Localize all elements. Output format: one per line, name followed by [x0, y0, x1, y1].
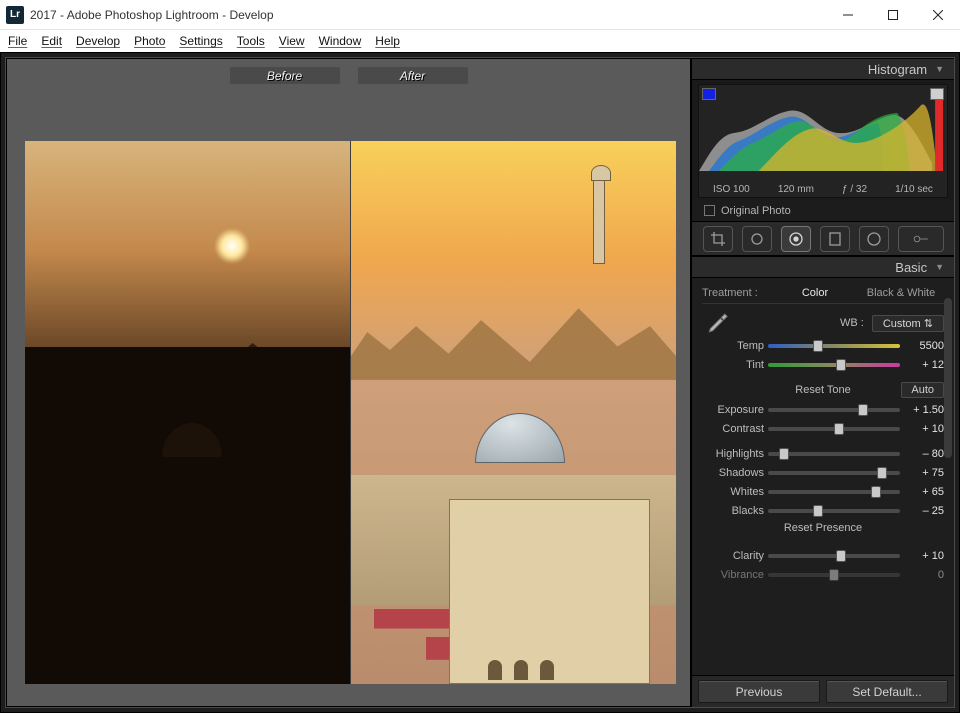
auto-button[interactable]: Auto — [901, 382, 944, 398]
original-photo-checkbox[interactable] — [704, 205, 715, 216]
app-frame: ▼ ▼ ▼ ▼ Before After — [0, 52, 960, 713]
eyedropper-icon[interactable] — [702, 312, 730, 334]
reset-tone-label[interactable]: Reset Tone — [795, 384, 850, 396]
slider-whites[interactable]: Whites + 65 — [702, 482, 944, 501]
triangle-down-icon: ▼ — [935, 262, 944, 272]
treatment-bw[interactable]: Black & White — [858, 287, 944, 299]
spot-tool-icon[interactable] — [742, 226, 772, 252]
previous-button[interactable]: Previous — [698, 680, 820, 703]
meta-focal: 120 mm — [778, 184, 814, 195]
slider-clarity[interactable]: Clarity + 10 — [702, 546, 944, 565]
meta-iso: ISO 100 — [713, 184, 750, 195]
clip-highlights-icon[interactable] — [930, 88, 944, 100]
original-photo-label: Original Photo — [721, 205, 791, 217]
menu-window[interactable]: Window — [319, 34, 362, 48]
window-title: 2017 - Adobe Photoshop Lightroom - Devel… — [30, 8, 825, 22]
right-panel-stack: Histogram ▼ ISO 100 120 mm ƒ / 32 1/10 — [691, 58, 954, 707]
slider-shadows[interactable]: Shadows + 75 — [702, 463, 944, 482]
slider-exposure[interactable]: Exposure + 1.50 — [702, 400, 944, 419]
compare-split — [25, 141, 676, 684]
photo-after[interactable] — [351, 141, 676, 684]
treatment-color[interactable]: Color — [772, 287, 858, 299]
wb-select[interactable]: Custom ⇅ — [872, 315, 944, 332]
maximize-button[interactable] — [870, 0, 915, 30]
app-frame-inner: ▼ ▼ ▼ ▼ Before After — [5, 57, 955, 708]
set-default-button[interactable]: Set Default... — [826, 680, 948, 703]
redeye-tool-icon[interactable] — [781, 226, 811, 252]
window-titlebar: Lr 2017 - Adobe Photoshop Lightroom - De… — [0, 0, 960, 30]
app-icon: Lr — [6, 6, 24, 24]
histogram-meta: ISO 100 120 mm ƒ / 32 1/10 sec — [699, 184, 947, 195]
local-tools-strip — [692, 222, 954, 256]
slider-highlights[interactable]: Highlights – 80 — [702, 444, 944, 463]
histogram-chart — [699, 85, 947, 171]
gradient-tool-icon[interactable] — [820, 226, 850, 252]
basic-header[interactable]: Basic ▼ — [692, 256, 954, 278]
menu-view[interactable]: View — [279, 34, 305, 48]
treatment-row: Treatment : Color Black & White — [702, 282, 944, 304]
meta-aperture: ƒ / 32 — [842, 184, 867, 195]
clip-shadows-icon[interactable] — [702, 88, 716, 100]
slider-blacks[interactable]: Blacks – 25 — [702, 501, 944, 520]
crop-tool-icon[interactable] — [703, 226, 733, 252]
menu-develop[interactable]: Develop — [76, 34, 120, 48]
slider-temp[interactable]: Temp 5500 — [702, 336, 944, 355]
wb-label: WB : — [738, 317, 864, 329]
original-photo-row[interactable]: Original Photo — [692, 200, 954, 222]
histogram-box: ISO 100 120 mm ƒ / 32 1/10 sec — [698, 84, 948, 198]
menu-file[interactable]: File — [8, 34, 27, 48]
menu-bar: File Edit Develop Photo Settings Tools V… — [0, 30, 960, 52]
label-after: After — [358, 67, 468, 84]
menu-photo[interactable]: Photo — [134, 34, 165, 48]
label-before: Before — [230, 67, 340, 84]
brush-tool-icon[interactable] — [898, 226, 944, 252]
photo-before[interactable] — [25, 141, 350, 684]
meta-shutter: 1/10 sec — [895, 184, 933, 195]
close-button[interactable] — [915, 0, 960, 30]
slider-contrast[interactable]: Contrast + 10 — [702, 419, 944, 438]
compare-header: Before After — [7, 67, 690, 84]
menu-edit[interactable]: Edit — [41, 34, 62, 48]
slider-vibrance[interactable]: Vibrance 0 — [702, 565, 944, 584]
menu-help[interactable]: Help — [375, 34, 400, 48]
compare-canvas: Before After — [6, 58, 691, 707]
reset-presence-label[interactable]: Reset Presence — [784, 522, 862, 534]
menu-tools[interactable]: Tools — [237, 34, 265, 48]
slider-tint[interactable]: Tint + 12 — [702, 355, 944, 374]
wb-row: WB : Custom ⇅ — [702, 310, 944, 336]
minimize-button[interactable] — [825, 0, 870, 30]
histogram-title: Histogram — [868, 62, 927, 77]
treatment-label: Treatment : — [702, 287, 772, 299]
histogram-header[interactable]: Histogram ▼ — [692, 58, 954, 80]
radial-tool-icon[interactable] — [859, 226, 889, 252]
panel-footer: Previous Set Default... — [692, 675, 954, 707]
basic-title: Basic — [895, 260, 927, 275]
triangle-down-icon: ▼ — [935, 64, 944, 74]
basic-panel: Treatment : Color Black & White WB : Cus… — [692, 278, 954, 675]
right-scrollbar[interactable] — [944, 298, 952, 458]
updown-icon: ⇅ — [924, 318, 933, 330]
menu-settings[interactable]: Settings — [179, 34, 222, 48]
